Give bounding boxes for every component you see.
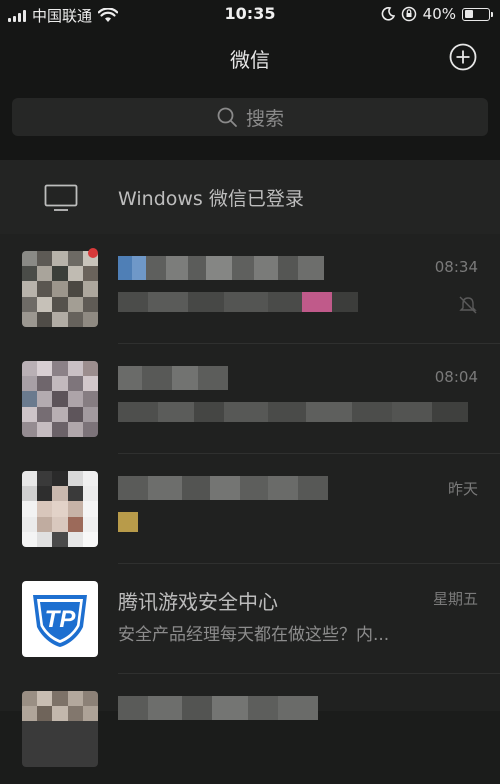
chat-name <box>118 476 328 500</box>
battery-percent: 40% <box>422 5 456 23</box>
tp-logo-icon: TP <box>33 595 87 647</box>
search-input[interactable]: 搜索 <box>12 98 488 136</box>
avatar <box>22 361 98 437</box>
monitor-icon <box>44 184 78 211</box>
chat-preview <box>118 512 138 532</box>
avatar <box>22 691 98 767</box>
chat-row[interactable]: TP 腾讯游戏安全中心 星期五 安全产品经理每天都在做这些？内... <box>0 564 500 674</box>
nav-bar: 微信 <box>0 30 500 88</box>
login-status-text: Windows 微信已登录 <box>118 188 304 210</box>
chat-time: 星期五 <box>432 590 478 608</box>
status-bar: 中国联通 10:35 40% <box>0 0 500 30</box>
chat-name: 腾讯游戏安全中心 <box>118 590 278 614</box>
chat-name <box>118 366 228 390</box>
chat-time: 08:34 <box>434 258 478 276</box>
avatar <box>22 471 98 547</box>
chat-name <box>118 256 368 280</box>
chat-row[interactable]: 昨天 <box>0 454 500 564</box>
chat-list: 08:34 08:04 昨天 TP 腾讯游戏安全中心 星期五 安全产品经理每天都… <box>0 234 500 767</box>
add-button[interactable] <box>448 42 478 72</box>
avatar: TP <box>22 581 98 657</box>
orientation-lock-icon <box>401 6 416 22</box>
search-icon <box>217 107 237 127</box>
moon-icon <box>381 7 395 21</box>
search-placeholder: 搜索 <box>245 107 284 130</box>
chat-row[interactable]: 08:04 <box>0 344 500 454</box>
avatar <box>22 251 98 327</box>
windows-login-banner[interactable]: Windows 微信已登录 <box>0 160 500 234</box>
page-title: 微信 <box>230 48 270 72</box>
chat-time: 08:04 <box>434 368 478 386</box>
svg-text:TP: TP <box>45 606 77 633</box>
chat-preview <box>118 292 358 312</box>
status-right: 40% <box>381 5 493 23</box>
chat-row[interactable] <box>0 674 500 784</box>
chat-name <box>118 696 318 720</box>
chat-preview <box>118 402 468 422</box>
unread-badge <box>88 248 98 258</box>
chat-row[interactable]: 08:34 <box>0 234 500 344</box>
chat-preview: 安全产品经理每天都在做这些？内... <box>118 625 390 645</box>
chat-time: 昨天 <box>447 480 478 498</box>
mute-icon <box>459 296 477 314</box>
plus-circle-icon <box>449 43 477 71</box>
battery-icon <box>462 7 493 21</box>
search-area: 搜索 <box>0 88 500 160</box>
